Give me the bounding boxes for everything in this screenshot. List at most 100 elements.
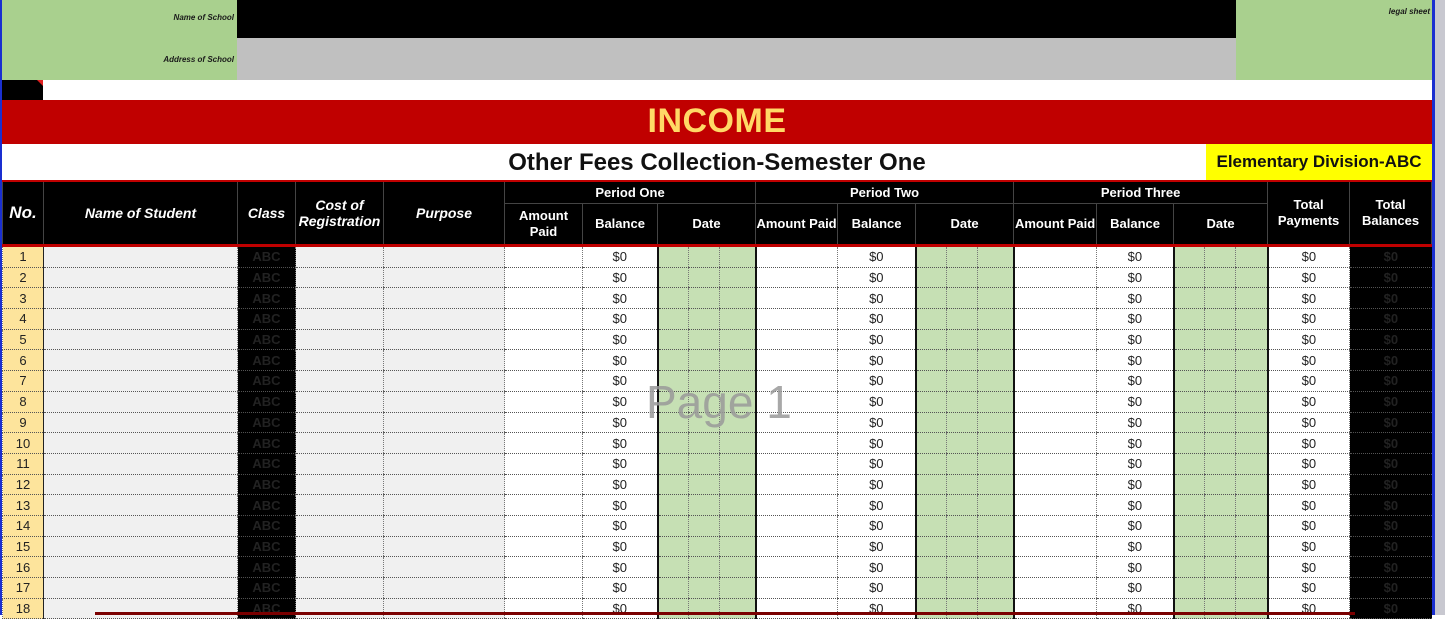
purpose-cell[interactable] (383, 391, 505, 413)
cost-cell[interactable] (295, 349, 384, 372)
p3-date-cell[interactable] (1204, 432, 1236, 454)
p3-date-cell[interactable] (1235, 349, 1269, 372)
row-number-cell[interactable]: 18 (2, 598, 44, 619)
row-number-cell[interactable]: 2 (2, 267, 44, 289)
p1-date-cell[interactable] (656, 494, 689, 516)
p1-date-cell[interactable] (718, 494, 757, 516)
p2-date-cell[interactable] (946, 474, 978, 496)
p3-date-cell[interactable] (1204, 349, 1236, 372)
p3-balance-cell[interactable]: $0 (1096, 494, 1174, 516)
class-cell[interactable]: ABC (237, 556, 296, 578)
p2-date-cell[interactable] (914, 287, 947, 310)
p3-date-cell[interactable] (1235, 245, 1269, 268)
p1-balance-cell[interactable]: $0 (582, 308, 658, 330)
p1-amount-paid-cell[interactable] (504, 577, 583, 599)
p3-date-cell[interactable] (1235, 370, 1269, 392)
p2-date-cell[interactable] (946, 515, 978, 537)
p1-date-cell[interactable] (688, 474, 720, 496)
p1-date-cell[interactable] (718, 267, 757, 289)
p3-amount-paid-cell[interactable] (1013, 536, 1097, 558)
p1-date-cell[interactable] (718, 577, 757, 599)
col-header-name[interactable]: Name of Student (43, 180, 238, 246)
cost-cell[interactable] (295, 536, 384, 558)
p3-balance-cell[interactable]: $0 (1096, 287, 1174, 310)
p2-date-cell[interactable] (977, 329, 1015, 351)
p2-date-cell[interactable] (977, 287, 1015, 310)
p3-amount-paid-cell[interactable] (1013, 432, 1097, 454)
p1-balance-cell[interactable]: $0 (582, 577, 658, 599)
p1-amount-paid-cell[interactable] (504, 474, 583, 496)
p2-date-cell[interactable] (914, 556, 947, 578)
p2-date-cell[interactable] (977, 412, 1015, 434)
row-number-cell[interactable]: 1 (2, 245, 44, 268)
purpose-cell[interactable] (383, 577, 505, 599)
p1-date-cell[interactable] (718, 515, 757, 537)
p3-date-cell[interactable] (1172, 349, 1205, 372)
row-number-cell[interactable]: 10 (2, 432, 44, 454)
p1-date-cell[interactable] (718, 308, 757, 330)
p2-date-cell[interactable] (914, 474, 947, 496)
p1-amount-paid-cell[interactable] (504, 412, 583, 434)
p2-balance-cell[interactable]: $0 (837, 432, 916, 454)
row-number-cell[interactable]: 3 (2, 287, 44, 310)
total-balances-cell[interactable]: $0 (1349, 412, 1432, 434)
p2-amount-paid-cell[interactable] (755, 453, 838, 475)
col-header-p1-amount-paid[interactable]: Amount Paid (504, 203, 583, 246)
p2-date-cell[interactable] (946, 432, 978, 454)
total-payments-cell[interactable]: $0 (1267, 598, 1350, 619)
p1-amount-paid-cell[interactable] (504, 370, 583, 392)
col-header-p2-balance[interactable]: Balance (837, 203, 917, 246)
p2-date-cell[interactable] (914, 308, 947, 330)
p1-date-cell[interactable] (656, 515, 689, 537)
p2-date-cell[interactable] (977, 267, 1015, 289)
p3-date-cell[interactable] (1204, 556, 1236, 578)
student-name-cell[interactable] (43, 453, 238, 475)
p2-date-cell[interactable] (946, 577, 978, 599)
col-header-p3-date[interactable]: Date (1173, 203, 1269, 246)
p3-balance-cell[interactable]: $0 (1096, 267, 1174, 289)
p2-date-cell[interactable] (914, 267, 947, 289)
p3-balance-cell[interactable]: $0 (1096, 556, 1174, 578)
row-number-cell[interactable]: 8 (2, 391, 44, 413)
total-payments-cell[interactable]: $0 (1267, 474, 1350, 496)
row-number-cell[interactable]: 6 (2, 349, 44, 372)
p3-date-cell[interactable] (1172, 412, 1205, 434)
total-balances-cell[interactable]: $0 (1349, 556, 1432, 578)
purpose-cell[interactable] (383, 515, 505, 537)
p2-balance-cell[interactable]: $0 (837, 598, 916, 619)
purpose-cell[interactable] (383, 536, 505, 558)
student-name-cell[interactable] (43, 412, 238, 434)
p2-balance-cell[interactable]: $0 (837, 349, 916, 372)
p1-date-cell[interactable] (718, 474, 757, 496)
total-payments-cell[interactable]: $0 (1267, 412, 1350, 434)
p3-date-cell[interactable] (1172, 329, 1205, 351)
col-header-purpose[interactable]: Purpose (383, 180, 505, 246)
total-payments-cell[interactable]: $0 (1267, 515, 1350, 537)
p2-date-cell[interactable] (946, 329, 978, 351)
row-number-cell[interactable]: 15 (2, 536, 44, 558)
student-name-cell[interactable] (43, 308, 238, 330)
p2-date-cell[interactable] (914, 329, 947, 351)
p3-amount-paid-cell[interactable] (1013, 267, 1097, 289)
col-header-total-payments[interactable]: Total Payments (1267, 180, 1351, 246)
p2-amount-paid-cell[interactable] (755, 474, 838, 496)
p2-date-cell[interactable] (946, 267, 978, 289)
p2-balance-cell[interactable]: $0 (837, 287, 916, 310)
class-cell[interactable]: ABC (237, 474, 296, 496)
school-name-cell[interactable] (237, 0, 1236, 38)
purpose-cell[interactable] (383, 453, 505, 475)
p3-balance-cell[interactable]: $0 (1096, 329, 1174, 351)
p3-balance-cell[interactable]: $0 (1096, 412, 1174, 434)
col-header-p1-date[interactable]: Date (656, 203, 757, 246)
total-payments-cell[interactable]: $0 (1267, 536, 1350, 558)
row-number-cell[interactable]: 14 (2, 515, 44, 537)
p2-date-cell[interactable] (977, 432, 1015, 454)
p3-date-cell[interactable] (1172, 577, 1205, 599)
p3-date-cell[interactable] (1235, 494, 1269, 516)
p1-date-cell[interactable] (688, 577, 720, 599)
p1-balance-cell[interactable]: $0 (582, 494, 658, 516)
total-balances-cell[interactable]: $0 (1349, 536, 1432, 558)
p1-date-cell[interactable] (688, 453, 720, 475)
p1-date-cell[interactable] (688, 329, 720, 351)
p1-date-cell[interactable] (718, 391, 757, 413)
